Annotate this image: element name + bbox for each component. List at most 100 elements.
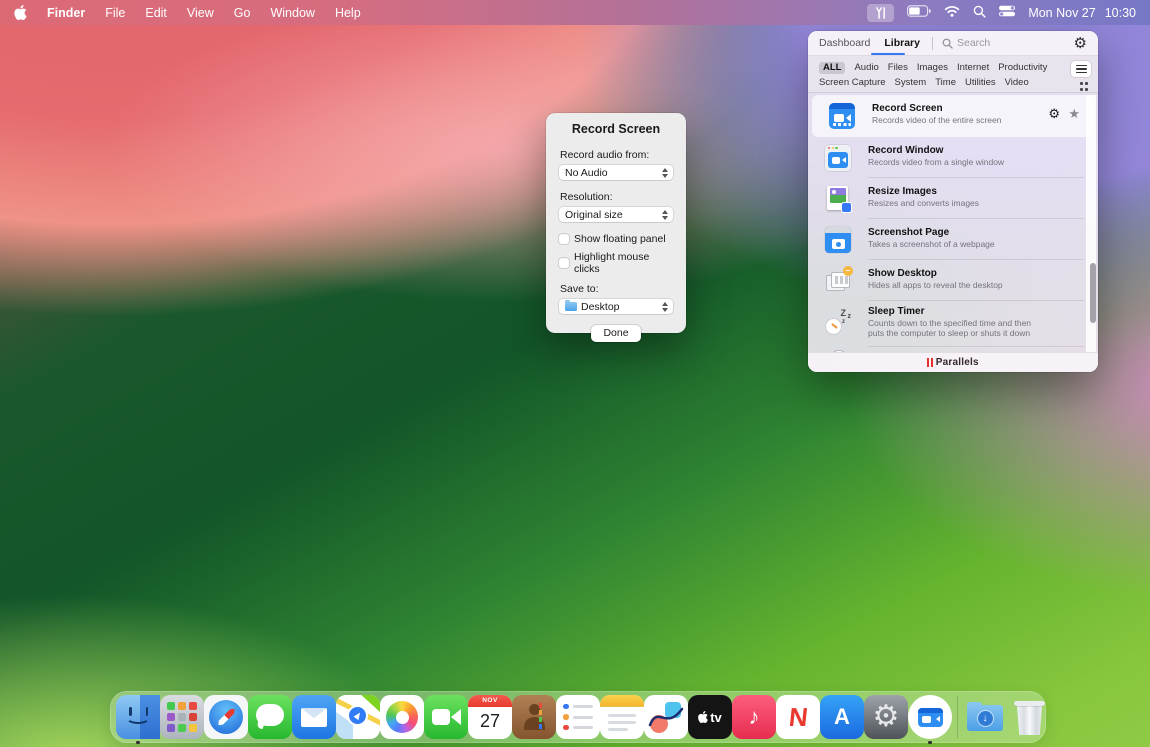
resolution-select[interactable]: Original size	[559, 207, 673, 222]
tool-row-sleep-timer[interactable]: Zzz Sleep Timer Counts down to the speci…	[808, 301, 1098, 347]
category-all[interactable]: ALL	[819, 62, 845, 74]
parallels-toolbox-menu-icon[interactable]	[867, 4, 894, 22]
category-utilities[interactable]: Utilities	[965, 77, 996, 88]
category-system[interactable]: System	[895, 77, 927, 88]
record-window-tool-icon	[825, 145, 851, 171]
dock-icon-downloads[interactable]: ↓	[963, 695, 1007, 739]
show-floating-panel-checkbox[interactable]	[559, 234, 569, 244]
running-indicator-dot	[136, 741, 140, 745]
dock-icon-launchpad[interactable]	[160, 695, 204, 739]
menu-item-view[interactable]: View	[187, 6, 214, 20]
category-audio[interactable]: Audio	[854, 62, 878, 73]
dock-icon-notes[interactable]	[600, 695, 644, 739]
dock-icon-safari[interactable]	[204, 695, 248, 739]
battery-icon[interactable]	[907, 5, 931, 20]
menu-item-window[interactable]: Window	[270, 6, 314, 20]
menu-item-file[interactable]: File	[105, 6, 125, 20]
save-to-label: Save to:	[560, 283, 673, 295]
menu-bar: Finder File Edit View Go Window Help Mon…	[0, 0, 1150, 25]
category-internet[interactable]: Internet	[957, 62, 989, 73]
tool-desc: Records video from a single window	[868, 158, 1046, 168]
tool-star-icon[interactable]: ★	[1068, 107, 1080, 120]
menu-clock-time: 10:30	[1105, 6, 1136, 20]
audio-source-select[interactable]: No Audio	[559, 165, 673, 180]
category-video[interactable]: Video	[1005, 77, 1029, 88]
control-center-icon[interactable]	[999, 5, 1015, 20]
dock-icon-contacts[interactable]	[512, 695, 556, 739]
wifi-icon[interactable]	[944, 5, 960, 20]
tool-row-record-screen[interactable]: Record Screen Records video of the entir…	[812, 95, 1094, 137]
tool-desc: Records video of the entire screen	[872, 116, 1042, 126]
appstore-letter: A	[834, 704, 850, 730]
tool-row-record-window[interactable]: Record Window Records video from a singl…	[808, 137, 1098, 178]
category-time[interactable]: Time	[935, 77, 956, 88]
category-files[interactable]: Files	[888, 62, 908, 73]
list-view-button[interactable]	[1071, 61, 1091, 77]
search-input[interactable]	[957, 37, 1057, 49]
highlight-mouse-clicks-checkbox[interactable]	[559, 258, 569, 268]
dock-icon-finder[interactable]	[116, 695, 160, 739]
dock-icon-freeform[interactable]	[644, 695, 688, 739]
tool-title: Resize Images	[868, 186, 937, 197]
menu-item-help[interactable]: Help	[335, 6, 361, 20]
category-filter-bar: ALL Audio Files Images Internet Producti…	[808, 56, 1098, 93]
dock-icon-music[interactable]: ♪	[732, 695, 776, 739]
dock-icon-news[interactable]: N	[776, 695, 820, 739]
menu-item-go[interactable]: Go	[234, 6, 251, 20]
spotlight-search-icon[interactable]	[973, 5, 986, 21]
dock-icon-messages[interactable]	[248, 695, 292, 739]
news-letter: N	[787, 702, 809, 733]
audio-source-label: Record audio from:	[560, 149, 673, 161]
tool-desc: Counts down to the specified time and th…	[868, 319, 1046, 338]
tab-dashboard[interactable]: Dashboard	[819, 37, 870, 49]
music-note-icon: ♪	[749, 704, 760, 730]
stepper-icon	[661, 168, 668, 178]
dock-icon-mail[interactable]	[292, 695, 336, 739]
category-images[interactable]: Images	[917, 62, 948, 73]
tv-label: tv	[710, 710, 722, 725]
search-icon	[942, 38, 953, 49]
download-arrow-icon: ↓	[978, 711, 993, 726]
dialog-title: Record Screen	[559, 122, 673, 136]
parallels-logo-icon	[927, 358, 933, 367]
dock-icon-trash[interactable]	[1007, 695, 1051, 739]
save-to-value: Desktop	[581, 301, 661, 313]
tool-title: Show Desktop	[868, 268, 937, 279]
category-productivity[interactable]: Productivity	[998, 62, 1047, 73]
tool-desc: Takes a screenshot of a webpage	[868, 240, 1046, 250]
dock-icon-app-store[interactable]: A	[820, 695, 864, 739]
tool-title: Screenshot Page	[868, 227, 949, 238]
menu-item-edit[interactable]: Edit	[145, 6, 167, 20]
record-screen-dialog: Record Screen Record audio from: No Audi…	[546, 113, 686, 333]
menu-item-finder[interactable]: Finder	[47, 6, 85, 20]
dock-icon-record-screen[interactable]	[908, 695, 952, 739]
dock-icon-tv[interactable]: tv	[688, 695, 732, 739]
dock-icon-reminders[interactable]	[556, 695, 600, 739]
dock-icon-system-settings[interactable]: ⚙	[864, 695, 908, 739]
gear-icon: ⚙	[873, 702, 900, 732]
sleep-timer-tool-icon: Zzz	[825, 311, 851, 337]
grid-view-button[interactable]	[1080, 82, 1089, 91]
tool-desc: Resizes and converts images	[868, 199, 1046, 209]
scrollbar-thumb[interactable]	[1090, 263, 1096, 323]
show-desktop-tool-icon: –	[825, 268, 851, 294]
tool-row-resize-images[interactable]: Resize Images Resizes and converts image…	[808, 178, 1098, 219]
resize-images-tool-icon	[825, 186, 851, 212]
panel-settings-gear-icon[interactable]: ⚙	[1074, 36, 1087, 51]
tool-row-show-desktop[interactable]: – Show Desktop Hides all apps to reveal …	[808, 260, 1098, 301]
tab-library[interactable]: Library	[884, 37, 920, 49]
search-field[interactable]	[942, 37, 1074, 49]
menu-clock[interactable]: Mon Nov 27 10:30	[1028, 6, 1136, 20]
dock-icon-maps[interactable]	[336, 695, 380, 739]
save-to-select[interactable]: Desktop	[559, 299, 673, 314]
done-button[interactable]: Done	[591, 325, 640, 342]
dock-icon-photos[interactable]	[380, 695, 424, 739]
category-screen-capture[interactable]: Screen Capture	[819, 77, 886, 88]
resolution-value: Original size	[565, 209, 661, 221]
highlight-mouse-clicks-label: Highlight mouse clicks	[574, 251, 673, 275]
apple-menu-icon[interactable]	[14, 5, 27, 20]
tool-gear-icon[interactable]: ⚙	[1048, 107, 1060, 120]
tool-row-screenshot-page[interactable]: Screenshot Page Takes a screenshot of a …	[808, 219, 1098, 260]
dock-icon-calendar[interactable]: NOV 27	[468, 695, 512, 739]
dock-icon-facetime[interactable]	[424, 695, 468, 739]
